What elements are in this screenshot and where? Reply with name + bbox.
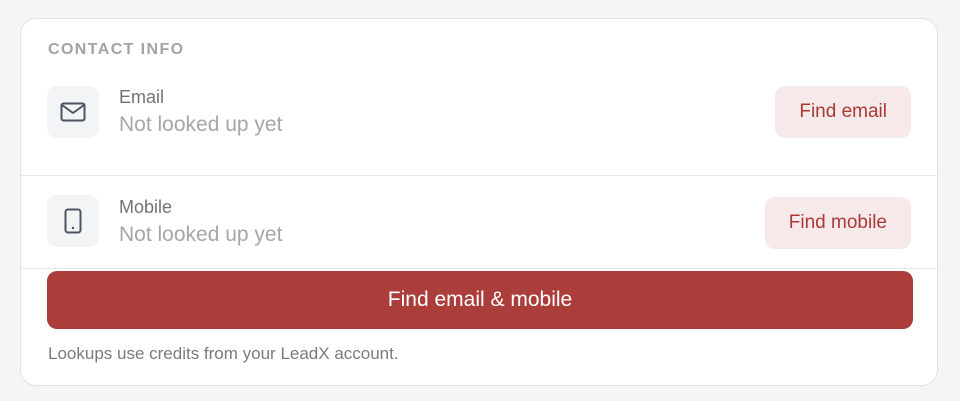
mobile-label: Mobile (119, 197, 173, 217)
contact-info-card: CONTACT INFO Email Not looked up yet Fin… (20, 18, 938, 386)
mail-icon (47, 86, 99, 138)
section-title: CONTACT INFO (48, 41, 185, 58)
find-email-button[interactable]: Find email (775, 86, 911, 138)
email-label: Email (119, 87, 165, 107)
credits-footnote: Lookups use credits from your LeadX acco… (48, 344, 399, 363)
mobile-value: Not looked up yet (119, 223, 283, 246)
email-row: Email Not looked up yet Find email (21, 77, 937, 176)
mobile-row: Mobile Not looked up yet Find mobile (21, 176, 937, 269)
find-mobile-button[interactable]: Find mobile (764, 197, 911, 249)
phone-icon (47, 195, 99, 247)
find-email-and-mobile-button[interactable]: Find email & mobile (47, 271, 913, 329)
email-value: Not looked up yet (119, 113, 283, 136)
